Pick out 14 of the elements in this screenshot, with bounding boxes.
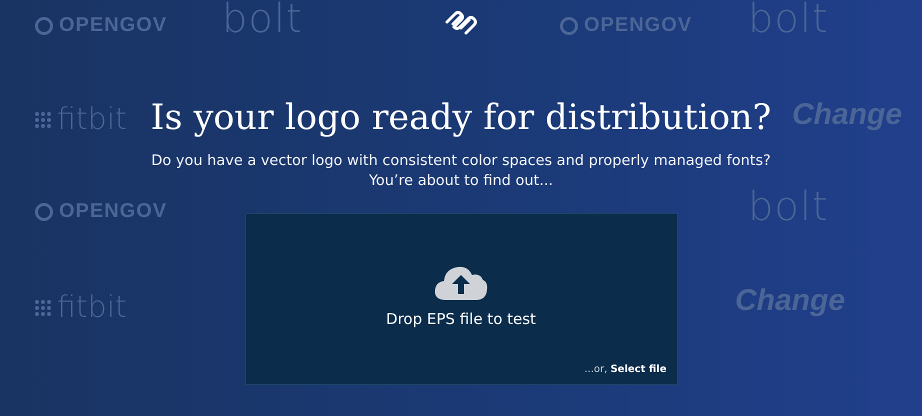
logo-icon (443, 9, 479, 35)
circle-icon (35, 16, 53, 34)
dots-icon (35, 112, 51, 128)
circle-icon (560, 16, 578, 34)
alt-prefix: ...or, (584, 364, 608, 375)
dots-icon (35, 300, 51, 316)
drop-label: Drop EPS file to test (386, 310, 536, 328)
subheading-line: Do you have a vector logo with consistent color spaces and properly managed fonts? (151, 152, 771, 171)
circle-icon (35, 202, 53, 220)
page-heading: Is your logo ready for distribution? (150, 97, 772, 140)
cloud-upload-icon (434, 264, 488, 300)
drop-zone[interactable]: Drop EPS file to test ...or, Select file (244, 213, 678, 385)
subheading-line: You’re about to find out... (368, 172, 554, 191)
select-file-link[interactable]: Select file (610, 364, 666, 375)
